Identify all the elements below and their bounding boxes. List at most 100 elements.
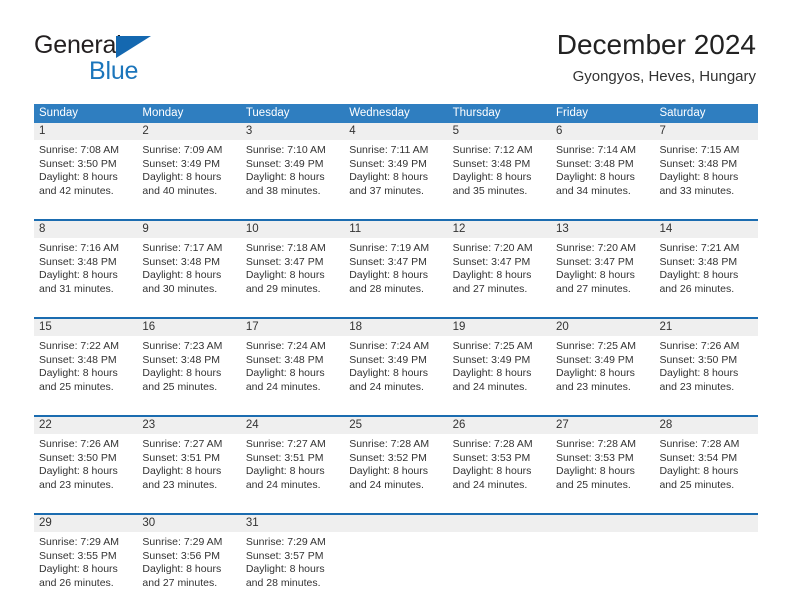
day-details: Sunrise: 7:29 AM Sunset: 3:56 PM Dayligh… bbox=[137, 532, 240, 594]
day-details: Sunrise: 7:12 AM Sunset: 3:48 PM Dayligh… bbox=[448, 140, 551, 202]
day-cell[interactable]: 12 Sunrise: 7:20 AM Sunset: 3:47 PM Dayl… bbox=[447, 221, 552, 300]
daylight-text-line1: Daylight: 8 hours bbox=[142, 367, 222, 379]
day-cell[interactable]: 20 Sunrise: 7:25 AM Sunset: 3:49 PM Dayl… bbox=[551, 319, 655, 398]
day-number-strip: 24 bbox=[240, 417, 345, 434]
day-cell[interactable]: 5 Sunrise: 7:12 AM Sunset: 3:48 PM Dayli… bbox=[447, 123, 552, 202]
day-cell[interactable]: 27 Sunrise: 7:28 AM Sunset: 3:53 PM Dayl… bbox=[551, 417, 655, 496]
day-details: Sunrise: 7:25 AM Sunset: 3:49 PM Dayligh… bbox=[448, 336, 551, 398]
sunrise-text: Sunrise: 7:21 AM bbox=[659, 242, 740, 254]
day-cell[interactable]: 18 Sunrise: 7:24 AM Sunset: 3:49 PM Dayl… bbox=[344, 319, 448, 398]
sunrise-text: Sunrise: 7:25 AM bbox=[452, 340, 533, 352]
sunset-text: Sunset: 3:48 PM bbox=[452, 157, 531, 170]
day-details: Sunrise: 7:16 AM Sunset: 3:48 PM Dayligh… bbox=[34, 238, 137, 300]
daylight-text-line2: and 37 minutes. bbox=[349, 184, 424, 197]
day-cell[interactable]: 16 Sunrise: 7:23 AM Sunset: 3:48 PM Dayl… bbox=[137, 319, 241, 398]
sunset-text: Sunset: 3:49 PM bbox=[142, 157, 221, 170]
day-cell[interactable]: 21 Sunrise: 7:26 AM Sunset: 3:50 PM Dayl… bbox=[654, 319, 758, 398]
day-cell[interactable]: 25 Sunrise: 7:28 AM Sunset: 3:52 PM Dayl… bbox=[344, 417, 448, 496]
day-number-strip: 15 bbox=[34, 319, 138, 336]
day-cell[interactable]: 14 Sunrise: 7:21 AM Sunset: 3:48 PM Dayl… bbox=[654, 221, 758, 300]
day-cell[interactable]: 6 Sunrise: 7:14 AM Sunset: 3:48 PM Dayli… bbox=[551, 123, 655, 202]
day-cell-empty bbox=[654, 515, 758, 594]
day-details: Sunrise: 7:28 AM Sunset: 3:52 PM Dayligh… bbox=[344, 434, 447, 496]
sunset-text: Sunset: 3:48 PM bbox=[659, 157, 738, 170]
page-title: December 2024 bbox=[556, 29, 756, 60]
day-number-strip: 17 bbox=[240, 319, 345, 336]
sunset-text: Sunset: 3:47 PM bbox=[556, 255, 634, 268]
day-number-strip: 21 bbox=[654, 319, 758, 336]
daylight-text-line1: Daylight: 8 hours bbox=[245, 171, 325, 183]
sunset-text: Sunset: 3:50 PM bbox=[39, 157, 117, 170]
day-number: 16 bbox=[142, 321, 156, 333]
day-details: Sunrise: 7:08 AM Sunset: 3:50 PM Dayligh… bbox=[34, 140, 137, 202]
daylight-text-line2: and 35 minutes. bbox=[452, 184, 528, 197]
day-cell[interactable]: 30 Sunrise: 7:29 AM Sunset: 3:56 PM Dayl… bbox=[137, 515, 241, 594]
daylight-text-line1: Daylight: 8 hours bbox=[349, 367, 429, 379]
day-cell[interactable]: 11 Sunrise: 7:19 AM Sunset: 3:47 PM Dayl… bbox=[344, 221, 448, 300]
day-cell[interactable]: 24 Sunrise: 7:27 AM Sunset: 3:51 PM Dayl… bbox=[240, 417, 345, 496]
day-number-strip: 19 bbox=[447, 319, 552, 336]
day-cell[interactable]: 9 Sunrise: 7:17 AM Sunset: 3:48 PM Dayli… bbox=[137, 221, 241, 300]
day-number-strip: 2 bbox=[137, 123, 241, 140]
day-number-strip: 5 bbox=[447, 123, 552, 140]
day-cell[interactable]: 13 Sunrise: 7:20 AM Sunset: 3:47 PM Dayl… bbox=[551, 221, 655, 300]
day-number-strip: 3 bbox=[240, 123, 345, 140]
daylight-text-line1: Daylight: 8 hours bbox=[142, 465, 222, 477]
daylight-text-line1: Daylight: 8 hours bbox=[659, 269, 739, 281]
day-cell[interactable]: 7 Sunrise: 7:15 AM Sunset: 3:48 PM Dayli… bbox=[654, 123, 758, 202]
day-details: Sunrise: 7:14 AM Sunset: 3:48 PM Dayligh… bbox=[551, 140, 654, 202]
day-details: Sunrise: 7:20 AM Sunset: 3:47 PM Dayligh… bbox=[448, 238, 551, 300]
day-cell[interactable]: 31 Sunrise: 7:29 AM Sunset: 3:57 PM Dayl… bbox=[240, 515, 345, 594]
day-number: 17 bbox=[245, 321, 259, 333]
day-cell[interactable]: 22 Sunrise: 7:26 AM Sunset: 3:50 PM Dayl… bbox=[34, 417, 138, 496]
day-number: 25 bbox=[349, 419, 363, 431]
page-header: General Blue December 2024 Gyongyos, Hev… bbox=[0, 0, 792, 100]
day-number: 1 bbox=[39, 125, 46, 137]
day-cell[interactable]: 28 Sunrise: 7:28 AM Sunset: 3:54 PM Dayl… bbox=[654, 417, 758, 496]
daylight-text-line1: Daylight: 8 hours bbox=[142, 563, 222, 575]
day-details bbox=[448, 532, 551, 588]
day-cell[interactable]: 29 Sunrise: 7:29 AM Sunset: 3:55 PM Dayl… bbox=[34, 515, 138, 594]
day-cell[interactable]: 4 Sunrise: 7:11 AM Sunset: 3:49 PM Dayli… bbox=[344, 123, 448, 202]
daylight-text-line2: and 25 minutes. bbox=[39, 380, 114, 393]
day-cell-empty bbox=[551, 515, 655, 594]
sunset-text: Sunset: 3:47 PM bbox=[245, 255, 324, 268]
sunset-text: Sunset: 3:49 PM bbox=[452, 353, 531, 366]
week-cells: 1 Sunrise: 7:08 AM Sunset: 3:50 PM Dayli… bbox=[34, 123, 758, 202]
day-number: 9 bbox=[142, 223, 149, 235]
day-number-strip bbox=[551, 515, 655, 532]
daylight-text-line2: and 23 minutes. bbox=[556, 380, 631, 393]
day-cell[interactable]: 2 Sunrise: 7:09 AM Sunset: 3:49 PM Dayli… bbox=[137, 123, 241, 202]
sunrise-text: Sunrise: 7:24 AM bbox=[245, 340, 326, 352]
day-cell[interactable]: 1 Sunrise: 7:08 AM Sunset: 3:50 PM Dayli… bbox=[34, 123, 138, 202]
week-row: 15 Sunrise: 7:22 AM Sunset: 3:48 PM Dayl… bbox=[34, 317, 758, 398]
day-cell[interactable]: 19 Sunrise: 7:25 AM Sunset: 3:49 PM Dayl… bbox=[447, 319, 552, 398]
day-cell[interactable]: 8 Sunrise: 7:16 AM Sunset: 3:48 PM Dayli… bbox=[34, 221, 138, 300]
day-number: 18 bbox=[349, 321, 363, 333]
day-number: 27 bbox=[556, 419, 569, 431]
day-cell[interactable]: 23 Sunrise: 7:27 AM Sunset: 3:51 PM Dayl… bbox=[137, 417, 241, 496]
day-number: 13 bbox=[556, 223, 569, 235]
day-details: Sunrise: 7:27 AM Sunset: 3:51 PM Dayligh… bbox=[241, 434, 344, 496]
day-number-strip: 6 bbox=[551, 123, 655, 140]
day-number-strip: 1 bbox=[34, 123, 138, 140]
daylight-text-line1: Daylight: 8 hours bbox=[142, 171, 222, 183]
day-details: Sunrise: 7:23 AM Sunset: 3:48 PM Dayligh… bbox=[137, 336, 240, 398]
day-cell[interactable]: 17 Sunrise: 7:24 AM Sunset: 3:48 PM Dayl… bbox=[240, 319, 345, 398]
sunset-text: Sunset: 3:48 PM bbox=[659, 255, 738, 268]
day-cell[interactable]: 3 Sunrise: 7:10 AM Sunset: 3:49 PM Dayli… bbox=[240, 123, 345, 202]
day-number-strip: 14 bbox=[654, 221, 758, 238]
day-cell[interactable]: 26 Sunrise: 7:28 AM Sunset: 3:53 PM Dayl… bbox=[447, 417, 552, 496]
daylight-text-line1: Daylight: 8 hours bbox=[39, 171, 118, 183]
day-number-strip bbox=[344, 515, 448, 532]
day-details: Sunrise: 7:10 AM Sunset: 3:49 PM Dayligh… bbox=[241, 140, 344, 202]
day-number: 29 bbox=[39, 517, 52, 529]
daylight-text-line1: Daylight: 8 hours bbox=[659, 171, 739, 183]
day-details bbox=[654, 532, 757, 588]
day-cell[interactable]: 15 Sunrise: 7:22 AM Sunset: 3:48 PM Dayl… bbox=[34, 319, 138, 398]
day-cell[interactable]: 10 Sunrise: 7:18 AM Sunset: 3:47 PM Dayl… bbox=[240, 221, 345, 300]
day-number-strip: 11 bbox=[344, 221, 448, 238]
day-number: 11 bbox=[349, 223, 362, 235]
day-details: Sunrise: 7:15 AM Sunset: 3:48 PM Dayligh… bbox=[654, 140, 757, 202]
day-number-strip: 29 bbox=[34, 515, 138, 532]
